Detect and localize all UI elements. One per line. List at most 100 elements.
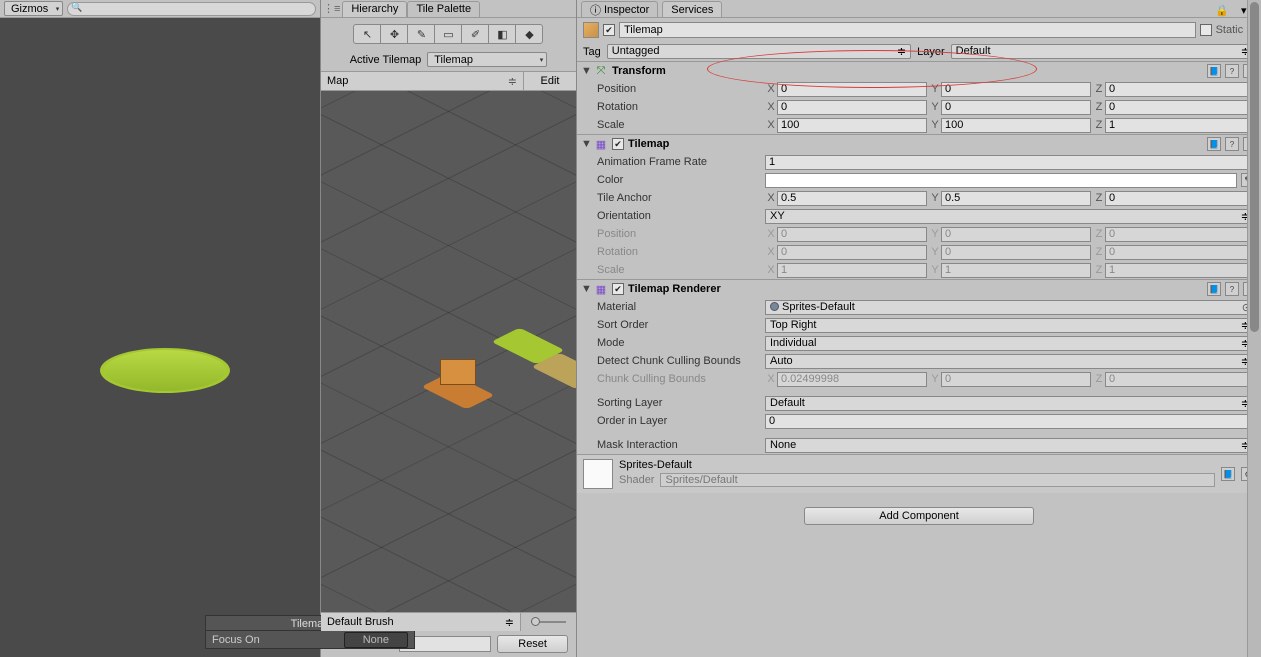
- reset-button[interactable]: Reset: [497, 635, 568, 653]
- renderer-enabled-checkbox[interactable]: ✔: [612, 283, 624, 295]
- palette-tile-house[interactable]: [426, 371, 490, 411]
- afr-input[interactable]: [765, 155, 1255, 170]
- tool-brush[interactable]: ✎: [407, 24, 435, 44]
- scale-y[interactable]: [941, 118, 1091, 133]
- focus-on-dropdown[interactable]: None: [344, 632, 408, 648]
- scale-z[interactable]: [1105, 118, 1255, 133]
- reference-icon[interactable]: 📘: [1207, 64, 1221, 78]
- color-field[interactable]: [765, 173, 1237, 188]
- trot-z: [1105, 245, 1255, 260]
- palette-tabs: ⋮≡ Hierarchy Tile Palette: [321, 0, 576, 18]
- position-y[interactable]: [941, 82, 1091, 97]
- layer-dropdown[interactable]: Default: [951, 44, 1255, 59]
- tab-services[interactable]: Services: [662, 1, 722, 17]
- tool-pointer[interactable]: ↖: [353, 24, 381, 44]
- tilemap-enabled-checkbox[interactable]: ✔: [612, 138, 624, 150]
- trot-x: [777, 245, 927, 260]
- tscl-z: [1105, 263, 1255, 278]
- palette-edit-button[interactable]: Edit: [524, 72, 576, 90]
- brush-zoom-slider[interactable]: [521, 613, 576, 631]
- palette-selector-row: Map Edit: [321, 71, 576, 91]
- scene-view[interactable]: Tilemap Focus On None: [0, 18, 320, 657]
- reference-icon[interactable]: 📘: [1207, 137, 1221, 151]
- mode-dropdown[interactable]: Individual: [765, 336, 1255, 351]
- material-thumbnail[interactable]: [583, 459, 613, 489]
- reference-icon[interactable]: 📘: [1221, 467, 1235, 481]
- order-in-layer-label: Order in Layer: [597, 415, 761, 427]
- active-tilemap-dropdown[interactable]: Tilemap: [427, 52, 547, 67]
- ccb-z: [1105, 372, 1255, 387]
- renderer-title: Tilemap Renderer: [628, 283, 1203, 295]
- anchor-x[interactable]: [777, 191, 927, 206]
- position-z[interactable]: [1105, 82, 1255, 97]
- mask-dropdown[interactable]: None: [765, 438, 1255, 453]
- add-component-row: Add Component: [577, 493, 1261, 539]
- scrollbar-thumb[interactable]: [1250, 2, 1259, 332]
- tab-tile-palette[interactable]: Tile Palette: [407, 1, 480, 17]
- help-icon[interactable]: ?: [1225, 282, 1239, 296]
- sorting-layer-dropdown[interactable]: Default: [765, 396, 1255, 411]
- scale-x[interactable]: [777, 118, 927, 133]
- gizmos-dropdown[interactable]: Gizmos: [4, 1, 63, 16]
- anchor-z[interactable]: [1105, 191, 1255, 206]
- fold-icon[interactable]: ▼: [581, 67, 590, 76]
- rotation-y[interactable]: [941, 100, 1091, 115]
- trot-label: Rotation: [597, 246, 761, 258]
- shader-dropdown[interactable]: Sprites/Default: [660, 473, 1215, 487]
- inspector-scrollbar[interactable]: [1247, 0, 1261, 657]
- palette-tile-sand[interactable]: [536, 351, 576, 391]
- ccb-label: Chunk Culling Bounds: [597, 373, 761, 385]
- tool-eraser[interactable]: ◧: [488, 24, 516, 44]
- active-tilemap-label: Active Tilemap: [350, 54, 422, 66]
- position-x[interactable]: [777, 82, 927, 97]
- tab-inspector[interactable]: ⓘInspector: [581, 1, 658, 17]
- tilemap-icon: ▦: [594, 137, 608, 151]
- anchor-y[interactable]: [941, 191, 1091, 206]
- reference-icon[interactable]: 📘: [1207, 282, 1221, 296]
- tscl-label: Scale: [597, 264, 761, 276]
- brush-dropdown[interactable]: Default Brush: [321, 613, 521, 631]
- rotation-x[interactable]: [777, 100, 927, 115]
- gameobject-name-input[interactable]: [619, 22, 1196, 38]
- tpos-label: Position: [597, 228, 761, 240]
- component-transform: ▼ ⤧ Transform 📘 ? ⚙ Position XYZ Rotatio…: [577, 61, 1261, 134]
- tool-move[interactable]: ✥: [380, 24, 408, 44]
- inspector-scroll[interactable]: ✔ Static ▼ Tag Untagged Layer Default ▼ …: [577, 18, 1261, 657]
- dccb-dropdown[interactable]: Auto: [765, 354, 1255, 369]
- palette-map-dropdown[interactable]: Map: [321, 72, 524, 90]
- order-in-layer-input[interactable]: [765, 414, 1255, 429]
- active-checkbox[interactable]: ✔: [603, 24, 615, 36]
- mask-label: Mask Interaction: [597, 439, 761, 451]
- rotation-z[interactable]: [1105, 100, 1255, 115]
- fold-icon[interactable]: ▼: [581, 140, 590, 149]
- gameobject-icon[interactable]: [583, 22, 599, 38]
- mode-label: Mode: [597, 337, 761, 349]
- dccb-label: Detect Chunk Culling Bounds: [597, 355, 761, 367]
- static-checkbox[interactable]: [1200, 24, 1212, 36]
- tag-dropdown[interactable]: Untagged: [607, 44, 911, 59]
- scene-search[interactable]: [67, 2, 316, 16]
- tab-hierarchy[interactable]: Hierarchy: [342, 1, 407, 17]
- help-icon[interactable]: ?: [1225, 64, 1239, 78]
- focus-on-label: Focus On: [212, 634, 344, 646]
- tool-fill[interactable]: ◆: [515, 24, 543, 44]
- add-component-button[interactable]: Add Component: [804, 507, 1034, 525]
- material-label: Material: [597, 301, 761, 313]
- color-label: Color: [597, 174, 761, 186]
- material-field[interactable]: Sprites-Default: [765, 300, 1255, 315]
- palette-grid-view[interactable]: [321, 91, 576, 612]
- inspector-icon: ⓘ: [590, 2, 601, 18]
- inspector-tabs: ⓘInspector Services 🔒 ▾≡: [577, 0, 1261, 18]
- help-icon[interactable]: ?: [1225, 137, 1239, 151]
- transform-title: Transform: [612, 65, 1203, 77]
- lock-icon[interactable]: 🔒: [1211, 4, 1233, 17]
- tool-dropper[interactable]: ✐: [461, 24, 489, 44]
- layer-label: Layer: [917, 46, 945, 58]
- orientation-dropdown[interactable]: XY: [765, 209, 1255, 224]
- scene-tile-grass: [100, 348, 230, 413]
- tilemap-title: Tilemap: [628, 138, 1203, 150]
- sort-order-dropdown[interactable]: Top Right: [765, 318, 1255, 333]
- tpos-x: [777, 227, 927, 242]
- tool-rect[interactable]: ▭: [434, 24, 462, 44]
- fold-icon[interactable]: ▼: [581, 285, 590, 294]
